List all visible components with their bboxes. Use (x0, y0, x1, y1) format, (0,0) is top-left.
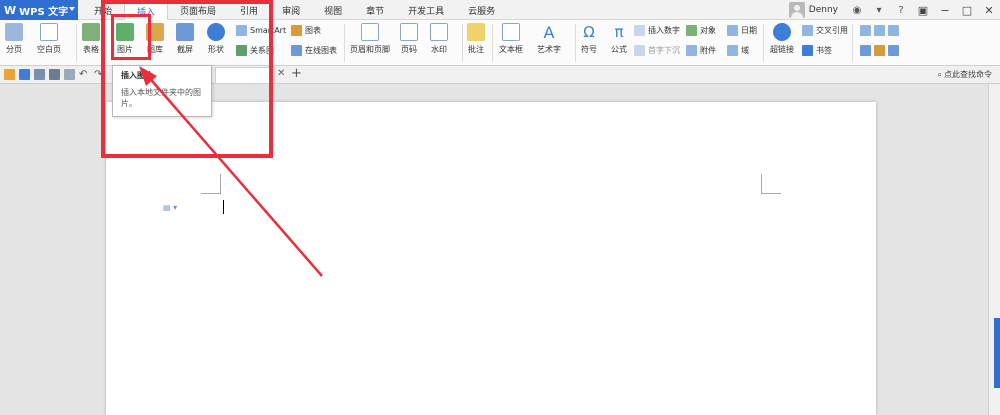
chart-button[interactable]: 图表 (291, 25, 321, 36)
highlight-box-picture (111, 14, 151, 60)
print-preview-icon[interactable] (34, 69, 45, 80)
margin-mark-top-right (761, 174, 781, 194)
margin-mark-top-left (201, 174, 221, 194)
ribbon-separator (462, 24, 463, 62)
textbox-icon (502, 23, 520, 41)
shirt-icon[interactable]: ▾ (872, 3, 886, 17)
formula-button[interactable]: π 公式 (610, 20, 628, 55)
app-name: WPS 文字 (19, 6, 69, 18)
avatar[interactable] (788, 2, 805, 18)
table-icon (82, 23, 100, 41)
tab-cloud[interactable]: 云服务 (456, 0, 507, 20)
field-button[interactable]: 域 (727, 45, 749, 56)
blank-page-button[interactable]: 空白页 (37, 20, 61, 55)
print-icon[interactable] (49, 69, 60, 80)
page-break-button[interactable]: 分页 (5, 20, 23, 55)
user-name[interactable]: Denny (809, 5, 838, 15)
command-search[interactable]: ⌕ 点此查找命令 (938, 69, 992, 80)
combo-icon (888, 25, 899, 36)
help-icon[interactable]: ? (894, 3, 908, 17)
online-chart-icon (291, 45, 302, 56)
crossref-icon (802, 25, 813, 36)
attachment-button[interactable]: 附件 (686, 45, 716, 56)
app-menu-button[interactable]: W WPS 文字 (0, 0, 78, 20)
table-button[interactable]: 表格 (82, 20, 100, 55)
hyperlink-button[interactable]: 超链接 (770, 20, 794, 55)
online-chart-button[interactable]: 在线图表 (291, 45, 337, 56)
text-cursor (223, 200, 224, 214)
comment-button[interactable]: 批注 (467, 20, 485, 55)
ribbon-separator (492, 24, 493, 62)
form-controls-group-2[interactable] (860, 45, 899, 56)
wordart-icon: A (543, 23, 555, 42)
open-icon[interactable] (4, 69, 15, 80)
tab-view[interactable]: 视图 (312, 0, 354, 20)
skin-icon[interactable]: ◉ (850, 3, 864, 17)
field-icon (727, 45, 738, 56)
textfield-icon (860, 45, 871, 56)
bookmark-button[interactable]: 书签 (802, 45, 832, 56)
paragraph-layout-icon[interactable]: ▤ ▾ (163, 203, 177, 212)
blank-page-icon (40, 23, 58, 41)
chart-icon (291, 25, 302, 36)
watermark-icon (430, 23, 448, 41)
crossref-button[interactable]: 交叉引用 (802, 25, 848, 36)
attachment-icon (686, 45, 697, 56)
object-icon (686, 25, 697, 36)
page-break-icon (5, 23, 23, 41)
ribbon-separator (763, 24, 764, 62)
wordart-button[interactable]: A 艺术字 (537, 20, 561, 55)
search-icon: ⌕ (937, 69, 942, 79)
header-footer-button[interactable]: 页眉和页脚 (350, 20, 390, 55)
ribbon-separator (344, 24, 345, 62)
tab-review[interactable]: 审阅 (270, 0, 312, 20)
symbol-button[interactable]: Ω 符号 (580, 20, 598, 55)
page-number-button[interactable]: 页码 (400, 20, 418, 55)
chevron-down-icon (69, 7, 75, 11)
textbox-button[interactable]: 文本框 (499, 20, 523, 55)
dropcap-button[interactable]: 首字下沉 (634, 45, 680, 56)
ribbon-separator (575, 24, 576, 62)
side-panel-toggle[interactable] (994, 318, 1000, 388)
ribbon-separator (852, 24, 853, 62)
save-icon[interactable] (19, 69, 30, 80)
undo-icon[interactable]: ↶ (79, 69, 90, 80)
header-footer-icon (361, 23, 379, 41)
date-button[interactable]: 日期 (727, 25, 757, 36)
bookmark-icon (802, 45, 813, 56)
add-tab-icon[interactable]: + (291, 66, 302, 81)
lock-icon (888, 45, 899, 56)
title-right-area: Denny ◉ ▾ ? ▣ − □ ✕ (788, 0, 1000, 20)
watermark-button[interactable]: 水印 (430, 20, 448, 55)
pi-icon: π (614, 23, 624, 41)
wps-logo-icon: W (4, 3, 17, 17)
export-icon[interactable] (64, 69, 75, 80)
minimize-button[interactable]: − (934, 0, 956, 20)
tab-section[interactable]: 章节 (354, 0, 396, 20)
omega-icon: Ω (583, 23, 595, 41)
close-window-button[interactable]: ✕ (978, 0, 1000, 20)
form-icon (860, 25, 871, 36)
form-controls-group[interactable] (860, 25, 899, 36)
calendar-icon (727, 25, 738, 36)
ribbon-separator (76, 24, 77, 62)
dropcap-icon (634, 45, 645, 56)
globe-icon (773, 23, 791, 41)
restore-window-button[interactable]: ▣ (912, 0, 934, 20)
close-icon[interactable]: ✕ (277, 68, 285, 79)
insert-number-button[interactable]: 插入数字 (634, 25, 680, 36)
tab-developer[interactable]: 开发工具 (396, 0, 456, 20)
comment-icon (467, 23, 485, 41)
maximize-button[interactable]: □ (956, 0, 978, 20)
page-number-icon (400, 23, 418, 41)
checkbox-icon (874, 25, 885, 36)
eraser-icon (874, 45, 885, 56)
object-button[interactable]: 对象 (686, 25, 716, 36)
number-icon (634, 25, 645, 36)
vertical-scrollbar[interactable] (988, 84, 1000, 415)
